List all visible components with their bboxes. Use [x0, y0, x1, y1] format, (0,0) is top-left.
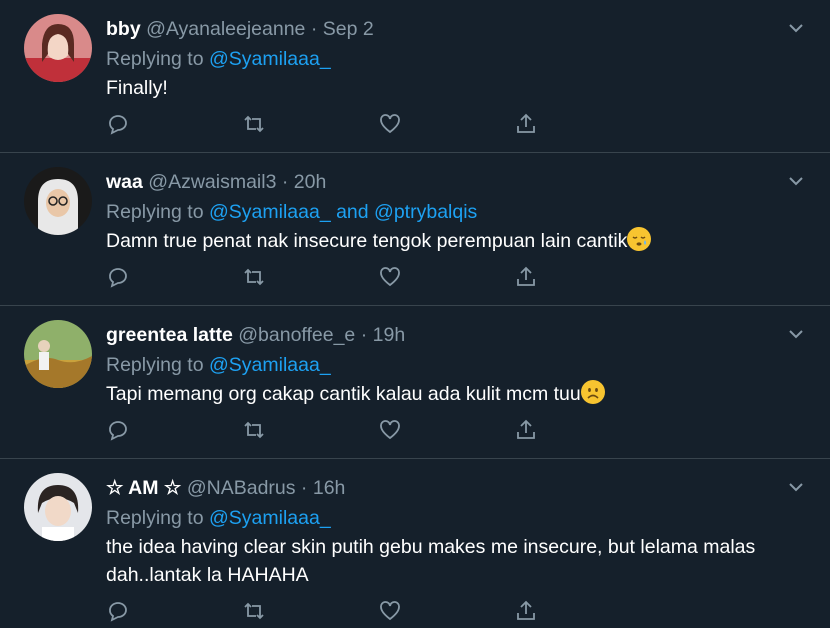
tweet-body: Finally!	[106, 77, 168, 99]
user-handle[interactable]: @banoffee_e	[238, 324, 355, 346]
avatar[interactable]	[24, 473, 92, 541]
mention-link[interactable]: @Syamilaaa_	[209, 48, 331, 70]
share-icon[interactable]	[514, 112, 542, 140]
replying-to: Replying to @Syamilaaa_	[106, 505, 790, 531]
tweet[interactable]: bby @Ayanaleejeanne · Sep 2 Replying to …	[0, 0, 830, 153]
reply-icon[interactable]	[106, 265, 134, 293]
tweet-header: waa @Azwaismail3 · 20h	[106, 169, 790, 195]
tweet-header: bby @Ayanaleejeanne · Sep 2	[106, 16, 790, 42]
chevron-down-icon[interactable]	[788, 20, 804, 36]
display-name[interactable]: ☆ AM ☆	[106, 477, 181, 499]
retweet-icon[interactable]	[242, 265, 270, 293]
share-icon[interactable]	[514, 418, 542, 446]
replying-to: Replying to @Syamilaaa_	[106, 352, 790, 378]
tweet-text: Tapi memang org cakap cantik kalau ada k…	[106, 380, 790, 408]
retweet-icon[interactable]	[242, 112, 270, 140]
chevron-down-icon[interactable]	[788, 479, 804, 495]
tweet-actions	[106, 599, 546, 627]
tweet-header: greentea latte @banoffee_e · 19h	[106, 322, 790, 348]
like-icon[interactable]	[378, 418, 406, 446]
timestamp[interactable]: 19h	[373, 324, 406, 346]
separator: ·	[295, 477, 313, 499]
share-icon[interactable]	[514, 265, 542, 293]
replying-to-label: Replying to	[106, 354, 209, 376]
like-icon[interactable]	[378, 265, 406, 293]
timestamp[interactable]: Sep 2	[323, 18, 374, 40]
separator: ·	[355, 324, 373, 346]
tweet-text: Finally!	[106, 74, 790, 102]
timestamp[interactable]: 20h	[294, 171, 327, 193]
separator: ·	[305, 18, 323, 40]
separator: ·	[276, 171, 294, 193]
display-name[interactable]: greentea latte	[106, 324, 233, 346]
avatar[interactable]	[24, 14, 92, 82]
sleepy-face-icon	[627, 227, 652, 251]
reply-icon[interactable]	[106, 418, 134, 446]
user-handle[interactable]: @Azwaismail3	[148, 171, 276, 193]
replying-to-label: Replying to	[106, 48, 209, 70]
tweet-actions	[106, 112, 546, 140]
timestamp[interactable]: 16h	[313, 477, 346, 499]
replying-to: Replying to @Syamilaaa_	[106, 46, 790, 72]
mention-link[interactable]: @Syamilaaa_	[209, 201, 331, 223]
user-handle[interactable]: @NABadrus	[187, 477, 296, 499]
like-icon[interactable]	[378, 112, 406, 140]
chevron-down-icon[interactable]	[788, 326, 804, 342]
tweet-header: ☆ AM ☆ @NABadrus · 16h	[106, 475, 790, 501]
frowning-face-icon	[580, 380, 605, 404]
display-name[interactable]: waa	[106, 171, 143, 193]
chevron-down-icon[interactable]	[788, 173, 804, 189]
mention-link[interactable]: @Syamilaaa_	[209, 507, 331, 529]
tweet-body: Tapi memang org cakap cantik kalau ada k…	[106, 383, 581, 405]
tweet[interactable]: greentea latte @banoffee_e · 19h Replyin…	[0, 306, 830, 459]
reply-icon[interactable]	[106, 112, 134, 140]
replying-to: Replying to @Syamilaaa_ and @ptrybalqis	[106, 199, 790, 225]
reply-icon[interactable]	[106, 599, 134, 627]
tweet-actions	[106, 265, 546, 293]
avatar[interactable]	[24, 320, 92, 388]
retweet-icon[interactable]	[242, 418, 270, 446]
mention-link[interactable]: @ptrybalqis	[374, 201, 477, 223]
retweet-icon[interactable]	[242, 599, 270, 627]
user-handle[interactable]: @Ayanaleejeanne	[146, 18, 305, 40]
tweet-body: Damn true penat nak insecure tengok pere…	[106, 230, 628, 252]
share-icon[interactable]	[514, 599, 542, 627]
tweet-body: the idea having clear skin putih gebu ma…	[106, 536, 756, 586]
tweet-actions	[106, 418, 546, 446]
tweet-text: the idea having clear skin putih gebu ma…	[106, 533, 766, 589]
replying-to-label: Replying to	[106, 507, 209, 529]
tweet[interactable]: ☆ AM ☆ @NABadrus · 16h Replying to @Syam…	[0, 459, 830, 624]
display-name[interactable]: bby	[106, 18, 141, 40]
mention-joiner: and	[330, 201, 375, 223]
tweet[interactable]: waa @Azwaismail3 · 20h Replying to @Syam…	[0, 153, 830, 306]
mention-link[interactable]: @Syamilaaa_	[209, 354, 331, 376]
avatar[interactable]	[24, 167, 92, 235]
like-icon[interactable]	[378, 599, 406, 627]
replying-to-label: Replying to	[106, 201, 209, 223]
tweet-text: Damn true penat nak insecure tengok pere…	[106, 227, 790, 255]
